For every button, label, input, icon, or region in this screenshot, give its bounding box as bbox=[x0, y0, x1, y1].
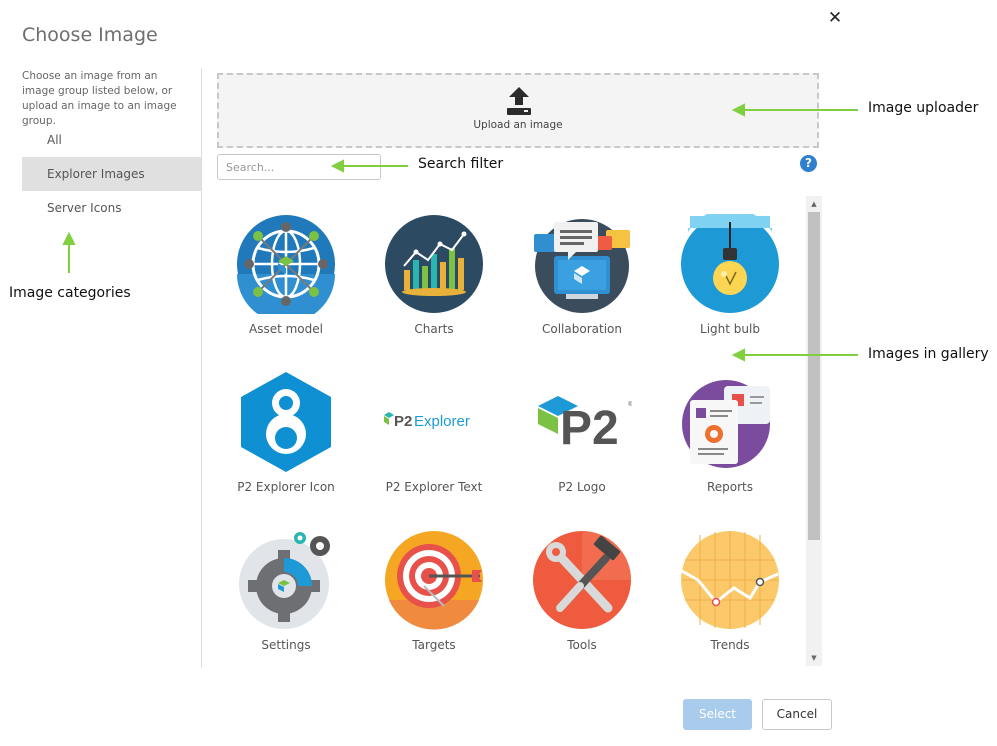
settings-icon bbox=[239, 532, 330, 629]
gallery-item-p2-explorer-text[interactable]: P2 Explorer P2 Explorer Text bbox=[360, 354, 508, 504]
gallery-item-asset-model[interactable]: Asset model bbox=[212, 196, 360, 346]
svg-text:®: ® bbox=[628, 401, 632, 408]
gallery-item-label: P2 Logo bbox=[558, 480, 606, 494]
gallery-item-label: Trends bbox=[710, 638, 750, 652]
upload-icon bbox=[507, 87, 531, 115]
select-button[interactable]: Select bbox=[683, 699, 752, 730]
category-server-icons[interactable]: Server Icons bbox=[22, 191, 201, 225]
gallery-item-tools[interactable]: Tools bbox=[508, 512, 656, 662]
category-all[interactable]: All bbox=[22, 123, 201, 157]
asset-model-icon bbox=[237, 215, 335, 314]
annotation-image-categories: Image categories bbox=[9, 285, 131, 301]
scroll-up-arrow-icon[interactable]: ▲ bbox=[806, 196, 822, 212]
gallery-item-targets[interactable]: Targets bbox=[360, 512, 508, 662]
sidebar-divider bbox=[201, 68, 202, 668]
gallery-item-collaboration[interactable]: Collaboration bbox=[508, 196, 656, 346]
gallery-scrollbar[interactable]: ▲ ▼ bbox=[806, 196, 822, 666]
light-bulb-icon bbox=[681, 214, 779, 313]
search-input[interactable] bbox=[217, 154, 381, 180]
gallery-item-label: Asset model bbox=[249, 322, 323, 336]
reports-icon bbox=[682, 380, 770, 468]
upload-label: Upload an image bbox=[473, 119, 563, 131]
explorer-text: Explorer bbox=[414, 413, 470, 430]
cancel-button[interactable]: Cancel bbox=[762, 699, 832, 730]
gallery-item-label: Charts bbox=[414, 322, 454, 336]
annotation-images-in-gallery: Images in gallery bbox=[868, 346, 989, 362]
scrollbar-thumb[interactable] bbox=[808, 212, 820, 540]
close-icon[interactable]: ✕ bbox=[826, 8, 844, 28]
gallery-item-label: Settings bbox=[261, 638, 311, 652]
gallery-item-label: Light bulb bbox=[700, 322, 760, 336]
gallery-item-p2-explorer-icon[interactable]: P2 Explorer Icon bbox=[212, 354, 360, 504]
tools-icon bbox=[533, 531, 631, 629]
p2-text: P2 bbox=[394, 413, 412, 430]
gallery-item-settings[interactable]: Settings bbox=[212, 512, 360, 662]
gallery-item-label: P2 Explorer Text bbox=[385, 480, 483, 494]
gallery-item-p2-logo[interactable]: P2 ® P2 Logo bbox=[508, 354, 656, 504]
gallery-item-charts[interactable]: Charts bbox=[360, 196, 508, 346]
dialog-description: Choose an image from an image group list… bbox=[22, 70, 177, 127]
annotation-search-filter: Search filter bbox=[418, 156, 504, 172]
p2-explorer-icon-image bbox=[241, 372, 331, 472]
help-icon[interactable]: ? bbox=[800, 155, 817, 172]
category-explorer-images[interactable]: Explorer Images bbox=[22, 157, 201, 191]
gallery-item-reports[interactable]: Reports bbox=[656, 354, 804, 504]
targets-icon bbox=[385, 531, 483, 630]
gallery-item-label: Targets bbox=[412, 638, 456, 652]
gallery-item-label: Collaboration bbox=[542, 322, 622, 336]
p2-explorer-text-image: P2 Explorer bbox=[384, 412, 470, 430]
gallery-item-label: Reports bbox=[706, 480, 754, 494]
p2-logo-text: P2 bbox=[560, 402, 619, 455]
gallery-item-label: P2 Explorer Icon bbox=[237, 480, 335, 494]
annotation-image-uploader: Image uploader bbox=[868, 100, 979, 116]
collaboration-icon bbox=[534, 219, 630, 313]
trends-icon bbox=[680, 531, 779, 629]
image-uploader[interactable]: Upload an image bbox=[217, 73, 819, 148]
image-gallery: Asset model Charts Collaboration Light b… bbox=[212, 196, 806, 666]
gallery-item-trends[interactable]: Trends bbox=[656, 512, 804, 662]
dialog-title: Choose Image bbox=[22, 24, 158, 46]
charts-icon bbox=[385, 215, 483, 313]
p2-logo-image: P2 ® bbox=[538, 396, 632, 455]
scroll-down-arrow-icon[interactable]: ▼ bbox=[806, 650, 822, 666]
gallery-item-light-bulb[interactable]: Light bulb bbox=[656, 196, 804, 346]
gallery-item-label: Tools bbox=[567, 638, 597, 652]
